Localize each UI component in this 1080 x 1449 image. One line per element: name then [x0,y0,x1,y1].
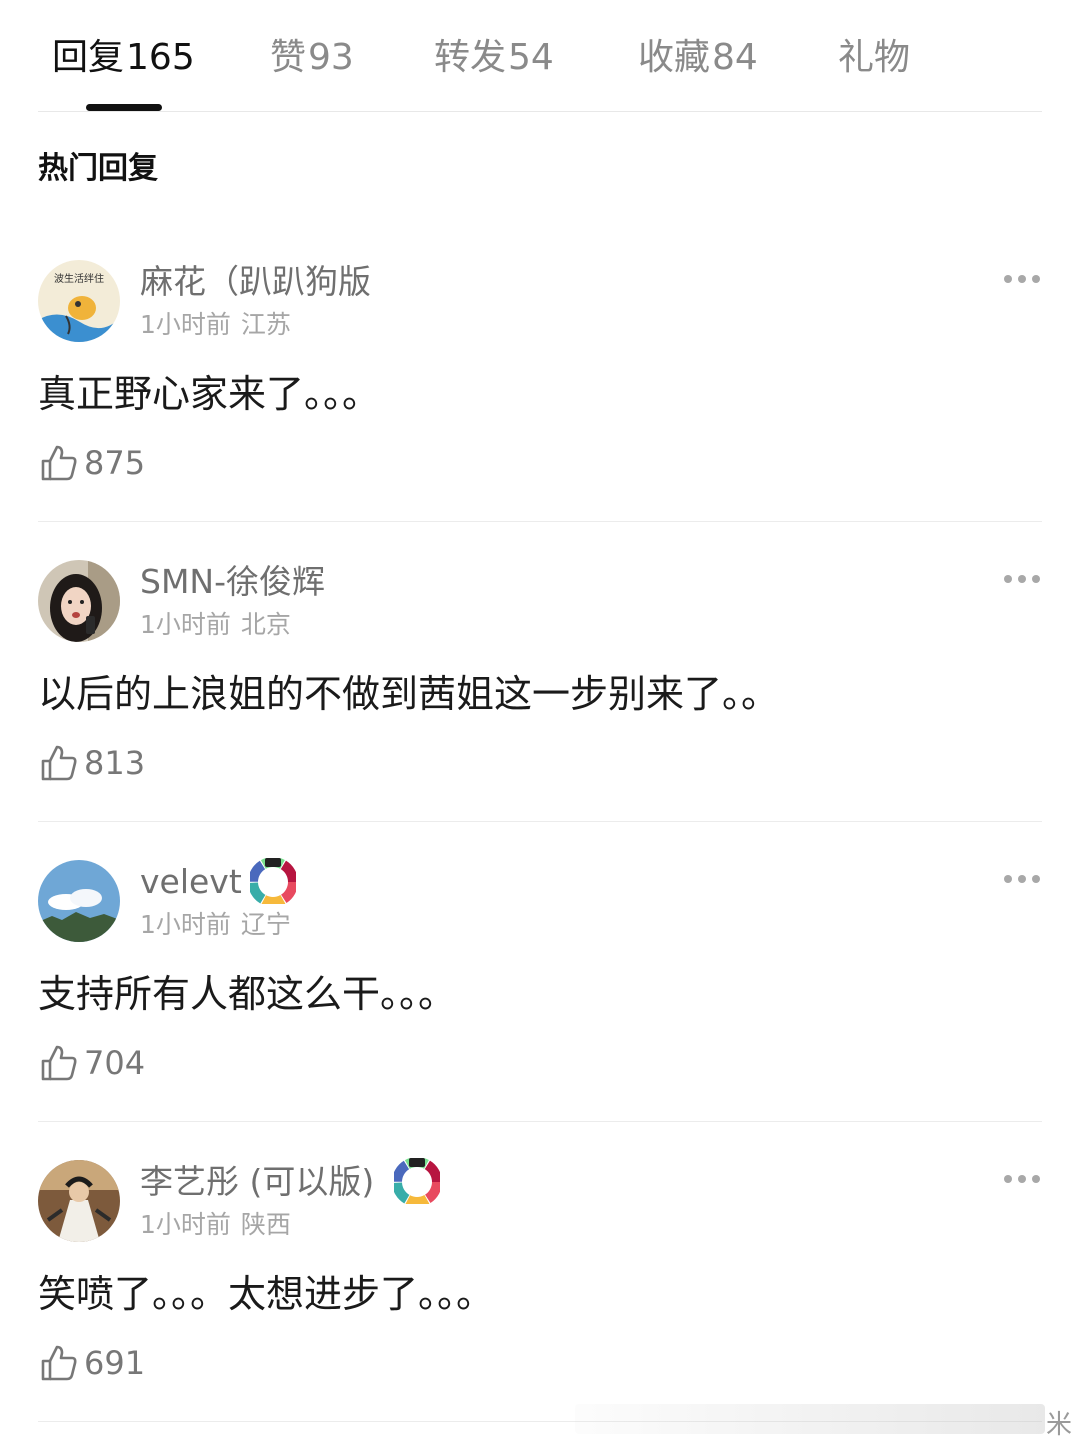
comment-item: velevt 1小时前 辽宁 支持所有人都这么干。。。 704 [38,822,1042,1122]
comment-location: 北京 [240,610,291,639]
thumbs-up-icon [41,1045,77,1081]
tab-favorites[interactable]: 收藏84 [638,34,758,82]
tab-label: 回复 [52,37,125,78]
comment-location: 江苏 [240,310,291,339]
thumbs-up-icon [41,745,77,781]
comment-text: 真正野心家来了。。。 [38,372,381,416]
comment-item: SMN-徐俊辉 1小时前 北京 以后的上浪姐的不做到茜姐这一步别来了。。 813 [38,522,1042,822]
thumbs-up-icon [41,445,77,481]
comment-location: 陕西 [240,1210,291,1239]
like-count: 813 [84,744,146,782]
tab-count: 54 [508,37,554,78]
avatar-text: 波生活绊住 [54,272,104,285]
section-title: 热门回复 [38,151,158,186]
tab-count: 93 [308,37,354,78]
comment-meta: 1小时前 江苏 [140,308,291,342]
comment-time: 1小时前 [140,1210,231,1239]
like-count: 691 [84,1344,146,1382]
comment-meta: 1小时前 陕西 [140,1208,291,1242]
username[interactable]: SMN-徐俊辉 [140,560,325,604]
tab-reposts[interactable]: 转发54 [434,34,554,82]
comment-location: 辽宁 [240,910,291,939]
tab-gifts[interactable]: 礼物 [838,34,912,82]
comment-time: 1小时前 [140,610,231,639]
username[interactable]: 麻花（趴趴狗版 [140,260,371,304]
more-dots-icon[interactable] [1004,572,1042,586]
tab-likes[interactable]: 赞93 [270,34,354,82]
rainbow-ring-badge-icon [394,1158,440,1204]
watermark-text: 米 [1046,1410,1073,1440]
comment-item: 李艺彤 (可以版) 1小时前 陕西 笑喷了。。。太想进步了。。。 691 [38,1122,1042,1422]
more-dots-icon[interactable] [1004,872,1042,886]
tab-bar: 回复165 赞93 转发54 收藏84 礼物 [38,0,1042,112]
comment-meta: 1小时前 辽宁 [140,908,291,942]
comment-time: 1小时前 [140,910,231,939]
active-tab-indicator [86,104,162,111]
comments-page: 回复165 赞93 转发54 收藏84 礼物 热门回复 波生活绊住 麻花（趴趴狗… [0,0,1080,1449]
comment-text: 支持所有人都这么干。。。 [38,972,457,1016]
tab-count: 165 [126,37,195,78]
tab-label: 赞 [270,37,307,78]
avatar[interactable] [38,860,120,942]
tab-count: 84 [712,37,758,78]
username[interactable]: velevt [140,860,242,904]
tab-label: 转发 [434,37,507,78]
tab-label: 收藏 [638,37,711,78]
like-count: 875 [84,444,146,482]
avatar[interactable]: 波生活绊住 [38,260,120,342]
comment-text: 以后的上浪姐的不做到茜姐这一步别来了。。 [38,672,780,716]
watermark-bar [575,1404,1045,1434]
username[interactable]: 李艺彤 (可以版) [140,1160,374,1204]
more-dots-icon[interactable] [1004,272,1042,286]
avatar[interactable] [38,560,120,642]
tab-replies[interactable]: 回复165 [52,34,195,82]
comment-time: 1小时前 [140,310,231,339]
tab-label: 礼物 [838,37,911,78]
more-dots-icon[interactable] [1004,1172,1042,1186]
rainbow-ring-badge-icon [250,858,296,904]
comment-meta: 1小时前 北京 [140,608,291,642]
like-count: 704 [84,1044,146,1082]
comment-text: 笑喷了。。。太想进步了。。。 [38,1272,495,1316]
thumbs-up-icon [41,1345,77,1381]
comment-item: 波生活绊住 麻花（趴趴狗版 1小时前 江苏 真正野心家来了。。。 875 [38,222,1042,522]
avatar[interactable] [38,1160,120,1242]
